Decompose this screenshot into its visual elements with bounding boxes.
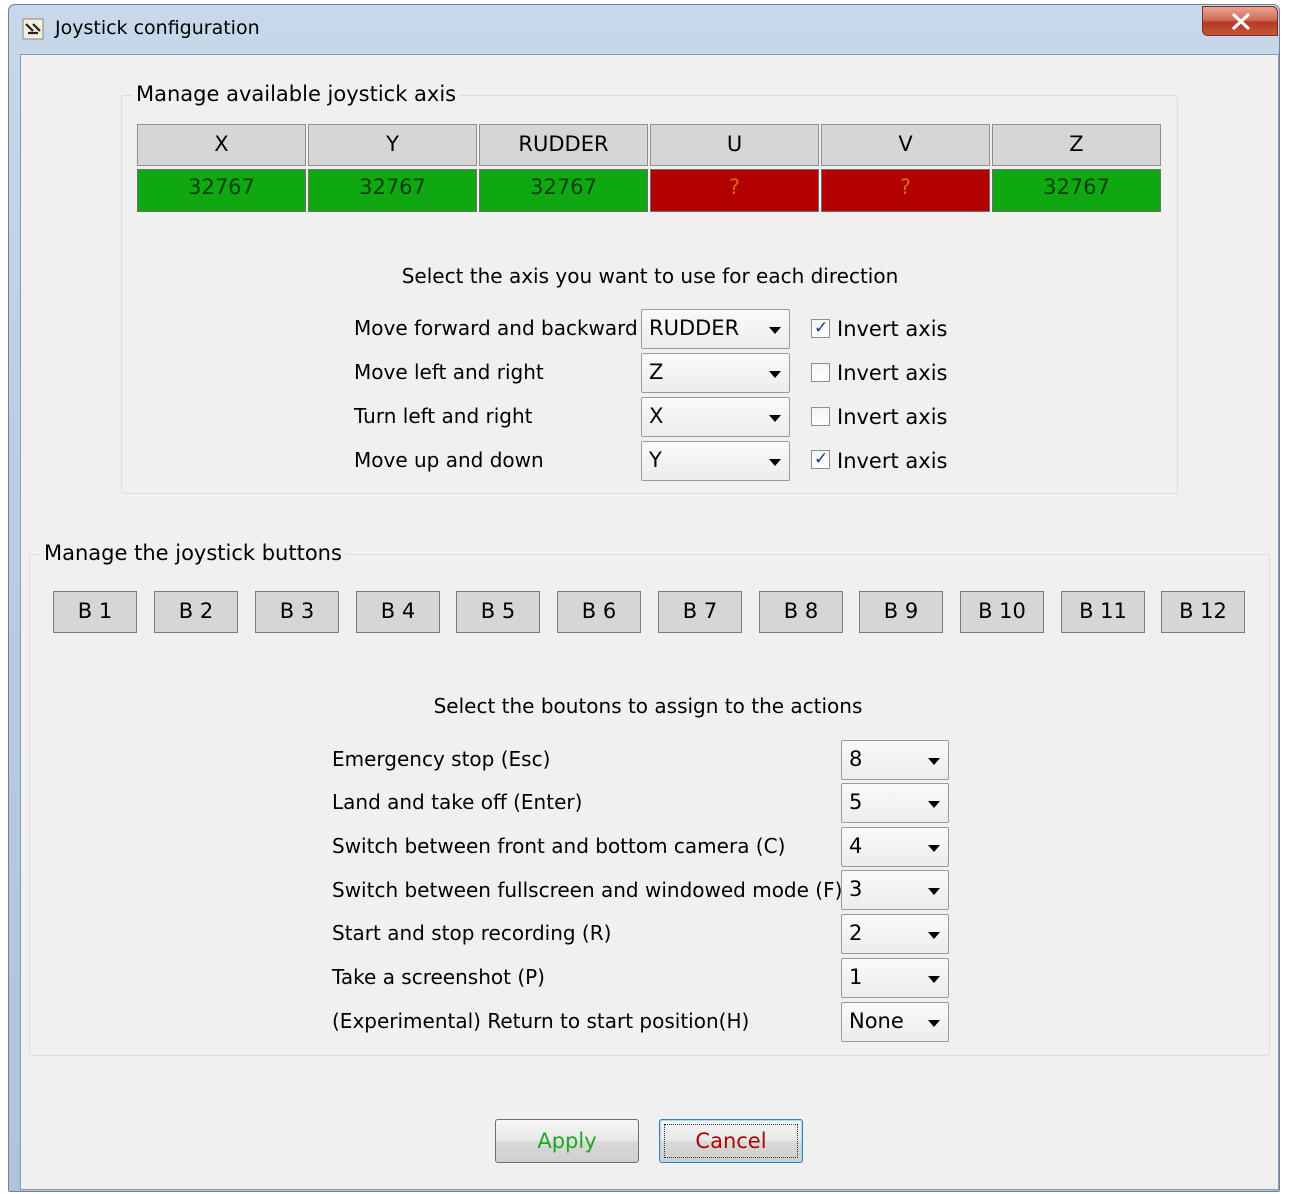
dropdown-arrow-icon [769, 459, 781, 466]
axis-value-rudder: 32767 [479, 169, 648, 212]
direction-label-left-right: Move left and right [354, 360, 544, 384]
action-select-camera[interactable]: 4 [841, 827, 949, 867]
direction-label-forward: Move forward and backward [354, 316, 638, 340]
axis-value-x: 32767 [137, 169, 306, 212]
action-select-screenshot[interactable]: 1 [841, 958, 949, 998]
axis-value-v: ? [821, 169, 990, 212]
joystick-button-6: B 6 [557, 591, 641, 633]
action-label-land-takeoff: Land and take off (Enter) [332, 790, 583, 814]
dropdown-arrow-icon [769, 371, 781, 378]
action-label-screenshot: Take a screenshot (P) [332, 965, 545, 989]
joystick-button-4: B 4 [356, 591, 440, 633]
action-select-return-start[interactable]: None [841, 1002, 949, 1042]
axis-select-value: Y [649, 448, 662, 472]
buttons-group-title: Manage the joystick buttons [40, 541, 346, 565]
axis-select-value: RUDDER [649, 316, 740, 340]
invert-label-up-down[interactable]: Invert axis [837, 449, 947, 473]
buttons-instruction: Select the boutons to assign to the acti… [433, 694, 863, 718]
axis-select-value: Z [649, 360, 664, 384]
apply-button[interactable]: Apply [495, 1119, 639, 1163]
app-icon [22, 18, 44, 40]
invert-label-turn[interactable]: Invert axis [837, 405, 947, 429]
dropdown-arrow-icon [769, 327, 781, 334]
action-select-value: 1 [849, 965, 863, 989]
action-select-value: None [849, 1009, 904, 1033]
joystick-button-1: B 1 [53, 591, 137, 633]
window-title: Joystick configuration [55, 17, 260, 39]
axis-header-y: Y [308, 124, 477, 166]
invert-checkbox-left-right[interactable] [811, 363, 830, 382]
dropdown-arrow-icon [769, 415, 781, 422]
action-select-value: 3 [849, 877, 863, 901]
invert-checkbox-forward[interactable]: ✓ [811, 318, 830, 338]
invert-label-forward[interactable]: Invert axis [837, 317, 947, 341]
action-label-fullscreen: Switch between fullscreen and windowed m… [332, 878, 843, 902]
focus-rectangle [664, 1124, 798, 1158]
axis-header-x: X [137, 124, 306, 166]
axis-value-y: 32767 [308, 169, 477, 212]
action-select-value: 2 [849, 921, 863, 945]
joystick-button-11: B 11 [1061, 591, 1145, 633]
close-button[interactable] [1202, 6, 1278, 36]
axis-value-z: 32767 [992, 169, 1161, 212]
dropdown-arrow-icon [928, 888, 940, 895]
dropdown-arrow-icon [928, 758, 940, 765]
axis-select-turn[interactable]: X [641, 397, 790, 437]
joystick-button-12: B 12 [1161, 591, 1245, 633]
joystick-button-10: B 10 [960, 591, 1044, 633]
axis-value-u: ? [650, 169, 819, 212]
action-label-return-start: (Experimental) Return to start position(… [332, 1009, 750, 1033]
action-label-recording: Start and stop recording (R) [332, 921, 612, 945]
axis-select-forward[interactable]: RUDDER [641, 309, 790, 349]
axis-header-z: Z [992, 124, 1161, 166]
axis-select-left-right[interactable]: Z [641, 353, 790, 393]
invert-checkbox-up-down[interactable]: ✓ [811, 449, 830, 469]
checkmark-icon: ✓ [814, 449, 829, 469]
dropdown-arrow-icon [928, 1020, 940, 1027]
action-select-emergency[interactable]: 8 [841, 740, 949, 780]
axis-instruction: Select the axis you want to use for each… [401, 264, 899, 288]
action-select-value: 8 [849, 747, 863, 771]
direction-label-up-down: Move up and down [354, 448, 544, 472]
action-select-value: 5 [849, 790, 863, 814]
action-select-fullscreen[interactable]: 3 [841, 870, 949, 910]
dropdown-arrow-icon [928, 932, 940, 939]
joystick-button-8: B 8 [759, 591, 843, 633]
direction-label-turn: Turn left and right [354, 404, 533, 428]
joystick-button-2: B 2 [154, 591, 238, 633]
axis-header-v: V [821, 124, 990, 166]
axis-group-title: Manage available joystick axis [132, 82, 461, 106]
axis-select-value: X [649, 404, 664, 428]
invert-checkbox-turn[interactable] [811, 407, 830, 426]
invert-label-left-right[interactable]: Invert axis [837, 361, 947, 385]
axis-select-up-down[interactable]: Y [641, 441, 790, 481]
action-select-land-takeoff[interactable]: 5 [841, 783, 949, 823]
dropdown-arrow-icon [928, 976, 940, 983]
joystick-button-3: B 3 [255, 591, 339, 633]
cancel-button[interactable]: Cancel [659, 1119, 803, 1163]
close-icon [1232, 13, 1250, 30]
joystick-button-7: B 7 [658, 591, 742, 633]
dropdown-arrow-icon [928, 845, 940, 852]
action-select-recording[interactable]: 2 [841, 914, 949, 954]
joystick-button-9: B 9 [859, 591, 943, 633]
action-label-camera: Switch between front and bottom camera (… [332, 834, 786, 858]
axis-header-u: U [650, 124, 819, 166]
dropdown-arrow-icon [928, 801, 940, 808]
joystick-button-5: B 5 [456, 591, 540, 633]
checkmark-icon: ✓ [814, 318, 829, 338]
action-label-emergency: Emergency stop (Esc) [332, 747, 551, 771]
action-select-value: 4 [849, 834, 863, 858]
axis-header-rudder: RUDDER [479, 124, 648, 166]
